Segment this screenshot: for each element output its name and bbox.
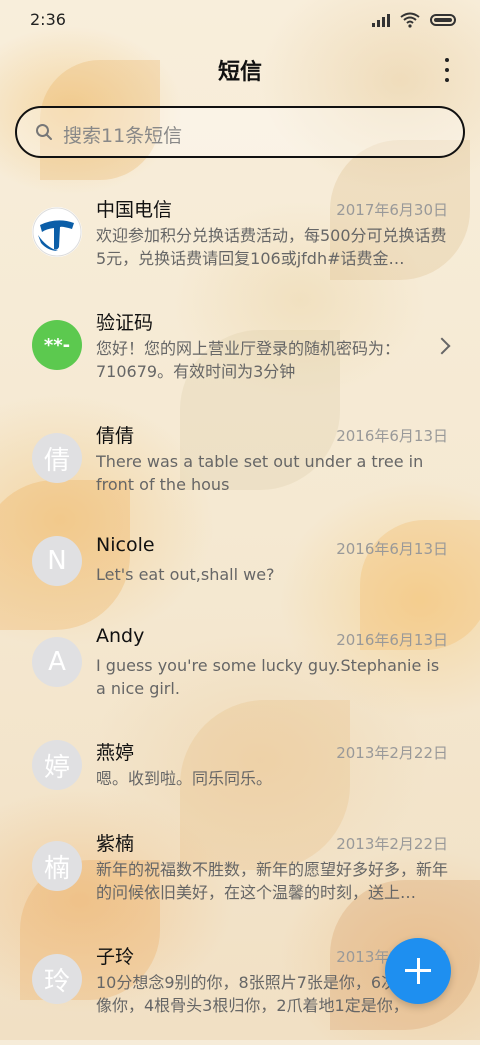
conversation-item[interactable]: 中国电信 2017年6月30日 欢迎参加积分兑换话费活动，每500分可兑换话费5… [0, 185, 480, 298]
avatar: 倩 [32, 433, 82, 483]
contact-name: 倩倩 [96, 425, 135, 447]
message-preview: Let's eat out,shall we? [96, 565, 275, 584]
contact-name: 验证码 [96, 312, 154, 334]
wifi-icon [400, 12, 420, 28]
message-preview: 欢迎参加积分兑换话费活动，每500分可兑换话费5元，兑换话费请回复106或jfd… [96, 226, 447, 268]
search-icon [36, 124, 52, 140]
contact-name: Andy [96, 625, 145, 647]
message-date: 2016年6月13日 [336, 631, 448, 649]
contact-name: 紫楠 [96, 833, 135, 855]
signal-icon [372, 13, 390, 27]
message-date: 2013年2月22日 [336, 744, 448, 762]
conversation-item[interactable]: 楠 紫楠 2013年2月22日 新年的祝福数不胜数，新年的愿望好多好多，新年的问… [0, 819, 480, 932]
avatar: 婷 [32, 740, 82, 790]
new-message-button[interactable] [385, 938, 451, 1004]
avatar: N [32, 536, 82, 586]
contact-name: Nicole [96, 534, 155, 556]
message-date: 2013年2月22日 [336, 835, 448, 853]
contact-name: 子玲 [96, 946, 135, 968]
message-preview: 新年的祝福数不胜数，新年的愿望好多好多，新年的问候依旧美好，在这个温馨的时刻，送… [96, 860, 448, 902]
avatar: 玲 [32, 954, 82, 1004]
verification-code-avatar: **- [32, 320, 82, 370]
search-placeholder: 搜索11条短信 [63, 125, 183, 147]
page-title: 短信 [217, 60, 262, 85]
china-telecom-logo-icon [32, 207, 82, 257]
battery-icon [430, 14, 456, 26]
avatar: 楠 [32, 841, 82, 891]
message-preview: I guess you're some lucky guy.Stephanie … [96, 656, 440, 698]
avatar: A [32, 637, 82, 687]
conversation-item[interactable]: **- 验证码 您好！您的网上营业厅登录的随机密码为：710679。有效时间为3… [0, 298, 480, 411]
message-date: 2016年6月13日 [336, 427, 448, 445]
contact-name: 中国电信 [96, 199, 173, 221]
message-date: 2016年6月13日 [336, 540, 448, 558]
conversation-item[interactable]: A Andy 2016年6月13日 I guess you're some lu… [0, 615, 480, 728]
message-preview: 您好！您的网上营业厅登录的随机密码为：710679。有效时间为3分钟 [96, 339, 401, 381]
more-options-icon[interactable] [440, 58, 454, 82]
message-preview: There was a table set out under a tree i… [96, 452, 424, 494]
search-input[interactable]: 搜索11条短信 [15, 106, 465, 158]
status-time: 2:36 [30, 10, 66, 29]
message-date: 2017年6月30日 [336, 201, 448, 219]
message-preview: 嗯。收到啦。同乐同乐。 [96, 769, 273, 788]
chevron-right-icon[interactable] [433, 337, 451, 355]
status-bar: 2:36 [0, 0, 480, 42]
conversation-item[interactable]: 倩 倩倩 2016年6月13日 There was a table set ou… [0, 411, 480, 524]
plus-icon-vertical [416, 958, 420, 984]
contact-name: 燕婷 [96, 742, 135, 764]
